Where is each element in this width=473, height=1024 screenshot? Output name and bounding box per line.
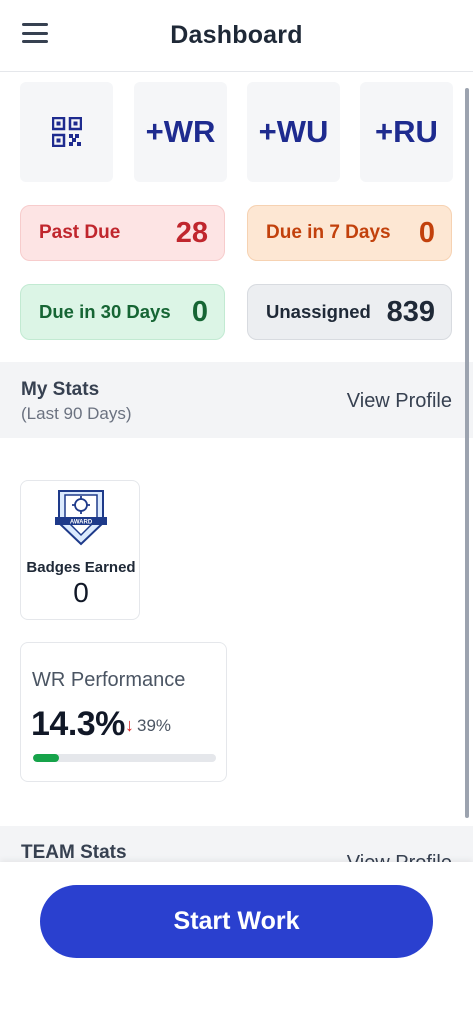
dashboard-content[interactable]: +WR +WU +RU Past Due 28 Due in 7 Days 0 … [0, 72, 473, 862]
unassigned-card[interactable]: Unassigned 839 [247, 284, 452, 340]
due-30-days-card[interactable]: Due in 30 Days 0 [20, 284, 225, 340]
past-due-label: Past Due [39, 222, 121, 243]
due-30-days-label: Due in 30 Days [39, 301, 171, 322]
due-7-days-count: 0 [418, 216, 435, 249]
award-badge-icon: AWARD [55, 490, 107, 546]
wr-performance-progress-fill [33, 754, 60, 762]
badge-award-text: AWARD [70, 520, 93, 526]
add-wr-button[interactable]: +WR [134, 82, 227, 182]
bottom-action-bar: Start Work [0, 862, 473, 1024]
unassigned-label: Unassigned [266, 301, 371, 322]
wr-performance-change-value: 39% [137, 715, 172, 735]
wr-performance-change: ↓ 39% [125, 715, 171, 736]
team-view-profile-link[interactable]: View Profile [347, 852, 452, 862]
badges-earned-card[interactable]: AWARD Badges Earned 0 [20, 480, 140, 620]
wr-performance-value: 14.3% [31, 705, 125, 743]
hamburger-menu-icon[interactable] [22, 22, 48, 44]
unassigned-count: 839 [386, 295, 435, 328]
due-7-days-card[interactable]: Due in 7 Days 0 [247, 205, 452, 261]
start-work-button[interactable]: Start Work [40, 885, 433, 958]
past-due-count: 28 [175, 216, 208, 249]
past-due-card[interactable]: Past Due 28 [20, 205, 225, 261]
badges-earned-count: 0 [73, 577, 89, 608]
view-profile-link[interactable]: View Profile [347, 390, 452, 413]
arrow-down-icon: ↓ [125, 715, 134, 735]
due-30-days-count: 0 [191, 295, 208, 328]
my-stats-title: My Stats [21, 379, 100, 400]
page-title: Dashboard [170, 21, 303, 49]
add-ru-button[interactable]: +RU [360, 82, 453, 182]
badges-earned-label: Badges Earned [26, 559, 136, 576]
scrollbar[interactable] [465, 88, 469, 818]
team-stats-header: TEAM Stats View Profile [0, 826, 473, 862]
my-stats-header: My Stats (Last 90 Days) View Profile [0, 362, 473, 438]
add-wu-button[interactable]: +WU [247, 82, 340, 182]
scan-qr-button[interactable] [20, 82, 113, 182]
team-stats-title: TEAM Stats [21, 842, 127, 862]
app-header: Dashboard [0, 0, 473, 72]
wr-performance-progress-track [33, 754, 216, 762]
wr-performance-title: WR Performance [32, 669, 186, 691]
qr-code-icon [51, 117, 82, 147]
my-stats-subtitle: (Last 90 Days) [21, 404, 132, 423]
due-7-days-label: Due in 7 Days [266, 222, 391, 243]
wr-performance-card[interactable]: WR Performance 14.3% ↓ 39% [20, 642, 227, 782]
